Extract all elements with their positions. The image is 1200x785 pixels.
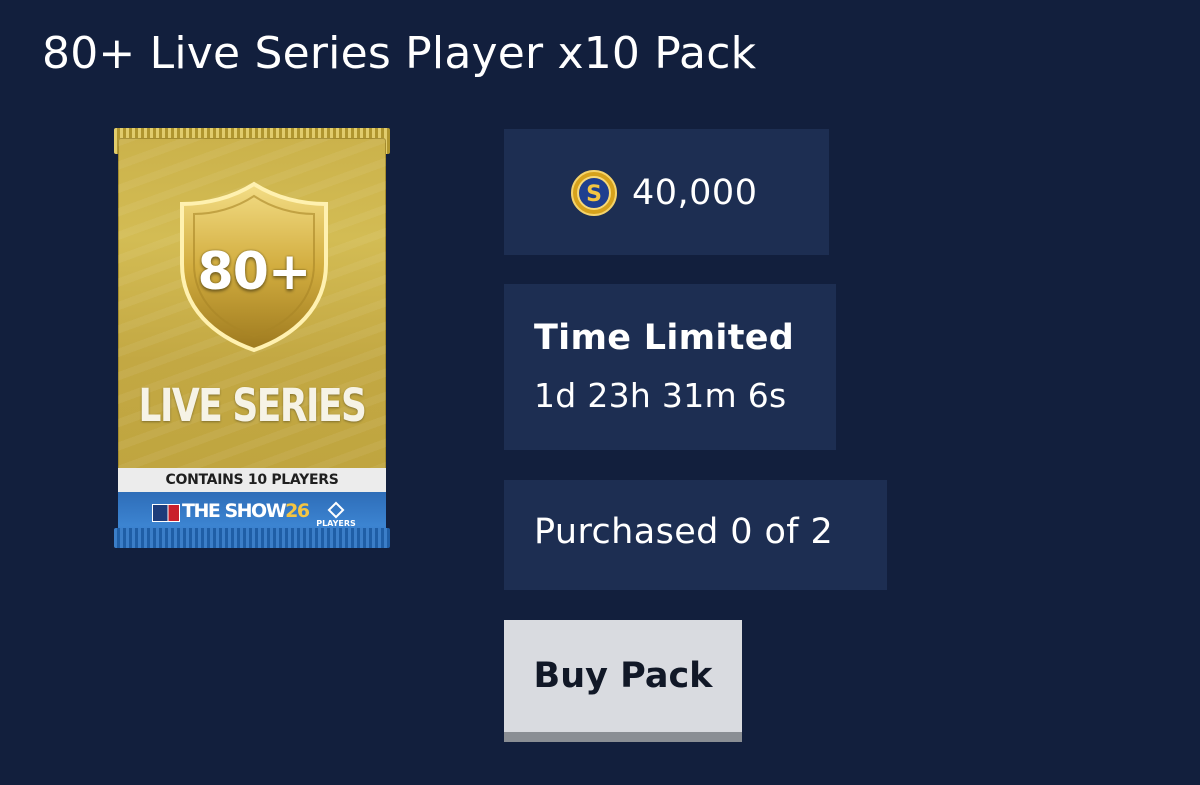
- purchase-count: Purchased 0 of 2: [534, 512, 834, 552]
- buy-pack-button[interactable]: Buy Pack: [504, 620, 742, 742]
- time-limited-label: Time Limited: [534, 318, 795, 358]
- stubs-coin-icon: S: [571, 170, 617, 216]
- players-logo-text: PLAYERS: [316, 519, 356, 528]
- purchase-limit-card: Purchased 0 of 2: [504, 480, 887, 590]
- time-limited-card: Time Limited 1d 23h 31m 6s: [504, 284, 836, 450]
- game-logo-text: THE SHOW: [182, 500, 287, 522]
- page-title: 80+ Live Series Player x10 Pack: [42, 28, 757, 79]
- pack-image: 80+ LIVE SERIES CONTAINS 10 PLAYERS THE …: [114, 128, 390, 548]
- players-diamond-icon: [327, 501, 345, 519]
- coin-symbol: S: [586, 182, 602, 207]
- price-card: S 40,000: [504, 129, 829, 255]
- pack-series-name: LIVE SERIES: [138, 380, 367, 433]
- pack-contents-banner: CONTAINS 10 PLAYERS: [118, 468, 386, 492]
- game-logo: THE SHOW26: [182, 500, 310, 522]
- time-remaining: 1d 23h 31m 6s: [534, 376, 787, 415]
- players-logo: PLAYERS: [314, 501, 358, 528]
- pack-crimp-bottom: [114, 528, 390, 548]
- pack-rating-badge: 80+: [197, 242, 312, 302]
- mlb-logo-icon: [152, 504, 180, 522]
- price-amount: 40,000: [632, 173, 758, 213]
- game-logo-number: 26: [285, 500, 310, 522]
- pack-body: 80+ LIVE SERIES CONTAINS 10 PLAYERS THE …: [118, 138, 386, 542]
